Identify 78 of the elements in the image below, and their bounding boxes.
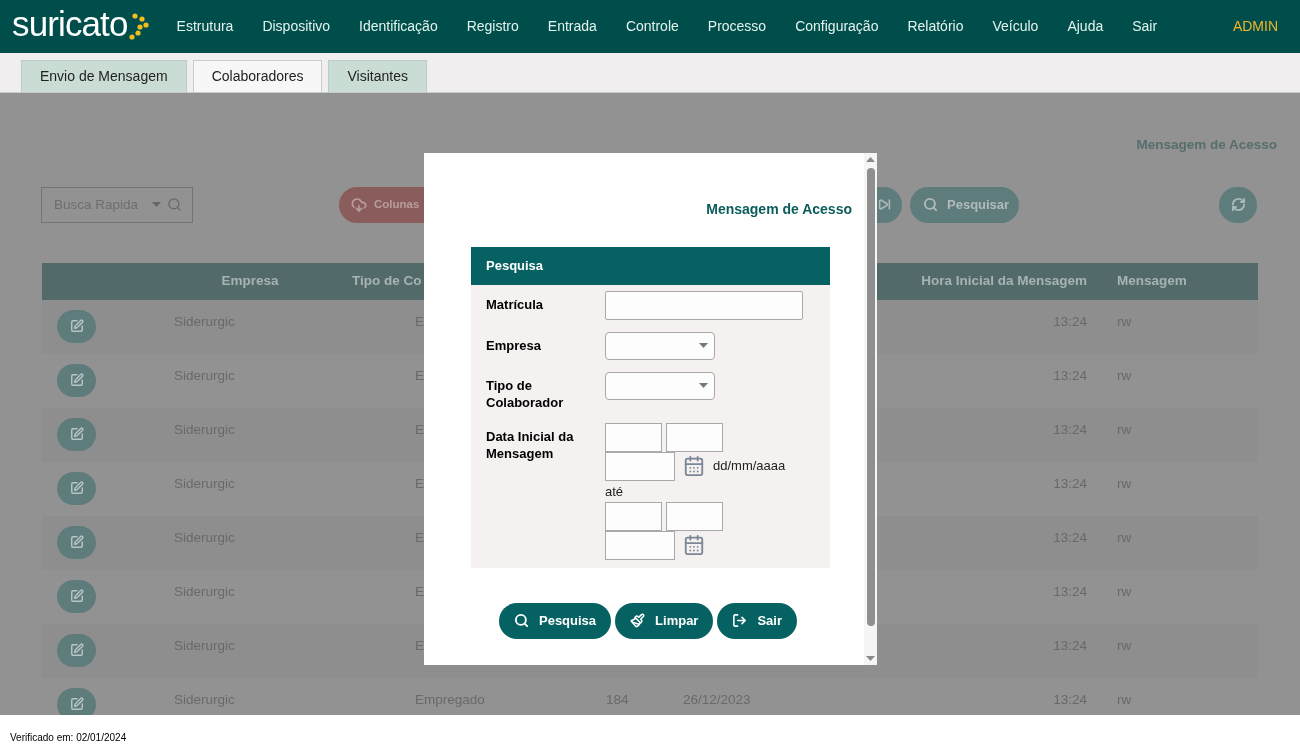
exit-icon — [732, 613, 748, 629]
calendar-icon[interactable] — [683, 534, 705, 557]
logo-dots-icon — [128, 12, 149, 41]
column-header: Mensagem — [1117, 273, 1187, 289]
nav-menu-item[interactable]: Relatório — [907, 15, 964, 37]
caret-icon — [152, 202, 161, 208]
date-input[interactable] — [605, 501, 662, 531]
nav-menu-item[interactable]: Configuração — [795, 15, 879, 37]
range-separator: até — [605, 482, 625, 501]
column-header: Tipo de Co — [352, 273, 422, 289]
date-input[interactable] — [605, 530, 675, 560]
edit-icon — [69, 589, 84, 604]
refresh-icon — [1230, 197, 1246, 213]
nav-menu-item[interactable]: Ajuda — [1067, 15, 1104, 37]
date-format-hint: dd/mm/aaaa — [713, 457, 786, 476]
edit-icon — [69, 643, 84, 658]
verification-date: Verificado em: 02/01/2024 — [10, 732, 127, 743]
edit-button[interactable] — [57, 687, 96, 715]
search-icon — [167, 197, 182, 213]
calendar-icon[interactable] — [683, 455, 705, 478]
scrollbar[interactable] — [864, 152, 877, 665]
nav-menu-item[interactable]: Identificação — [359, 15, 438, 37]
nav-menu-item[interactable]: Sair — [1132, 15, 1158, 37]
tab[interactable]: Envio de Mensagem — [21, 59, 187, 92]
nav-menu-item[interactable]: Controle — [625, 15, 679, 37]
date-input[interactable] — [605, 451, 675, 481]
refresh-button[interactable] — [1219, 186, 1257, 223]
tab[interactable]: Colaboradores — [192, 59, 323, 92]
field-label: Data Inicial da Mensagem — [486, 427, 575, 462]
scroll-up-icon — [866, 156, 875, 162]
edit-button[interactable] — [57, 633, 96, 667]
date-input[interactable] — [605, 422, 662, 452]
logo-text: suricato — [12, 5, 128, 41]
cloud-download-icon — [351, 196, 367, 213]
caret-icon — [699, 343, 708, 349]
edit-icon — [69, 373, 84, 388]
nav-menu-item[interactable]: Dispositivo — [262, 15, 331, 37]
field-label: Empresa — [486, 336, 542, 354]
last-page-button[interactable] — [877, 186, 902, 223]
caret-icon — [699, 383, 708, 389]
nav-menu-item[interactable]: Registro — [466, 15, 519, 37]
search-icon — [923, 197, 938, 213]
date-input[interactable] — [666, 501, 723, 531]
edit-button[interactable] — [57, 417, 96, 451]
field-label: Tipo de Colaborador — [486, 376, 565, 411]
dialog-title: Mensagem de Acesso — [706, 199, 852, 219]
dialog-button[interactable]: Limpar — [615, 602, 714, 639]
user-name[interactable]: ADMIN — [1232, 15, 1278, 37]
dialog-button[interactable]: Pesquisa — [499, 602, 612, 639]
scroll-down-icon — [866, 655, 875, 661]
edit-icon — [69, 319, 84, 334]
nav-menu-item[interactable]: Processo — [707, 15, 767, 37]
column-header: Hora Inicial da Mensagem — [921, 272, 1087, 291]
select-field[interactable] — [605, 371, 715, 400]
edit-button[interactable] — [57, 309, 96, 343]
edit-icon — [69, 427, 84, 442]
select-field[interactable] — [605, 331, 715, 360]
edit-button[interactable] — [57, 579, 96, 613]
field-label: Matrícula — [486, 295, 545, 313]
search-icon — [514, 613, 529, 629]
edit-button[interactable] — [57, 525, 96, 559]
nav-menu-item[interactable]: Entrada — [547, 15, 597, 37]
edit-icon — [69, 481, 84, 496]
brush-icon — [630, 613, 646, 629]
panel-title: Pesquisa — [486, 256, 544, 275]
column-header: Empresa — [221, 272, 279, 291]
edit-button[interactable] — [57, 471, 96, 505]
edit-icon — [69, 697, 84, 712]
edit-icon — [69, 535, 84, 550]
date-input[interactable] — [666, 422, 723, 452]
edit-button[interactable] — [57, 363, 96, 397]
text-input[interactable] — [605, 290, 803, 320]
page-title: Mensagem de Acesso — [1136, 135, 1277, 154]
nav-menu-item[interactable]: Veículo — [992, 15, 1039, 37]
tab[interactable]: Visitantes — [328, 59, 427, 92]
skip-end-icon — [878, 198, 891, 212]
nav-menu-item[interactable]: Estrutura — [176, 15, 234, 37]
dialog-button[interactable]: Sair — [717, 602, 797, 639]
